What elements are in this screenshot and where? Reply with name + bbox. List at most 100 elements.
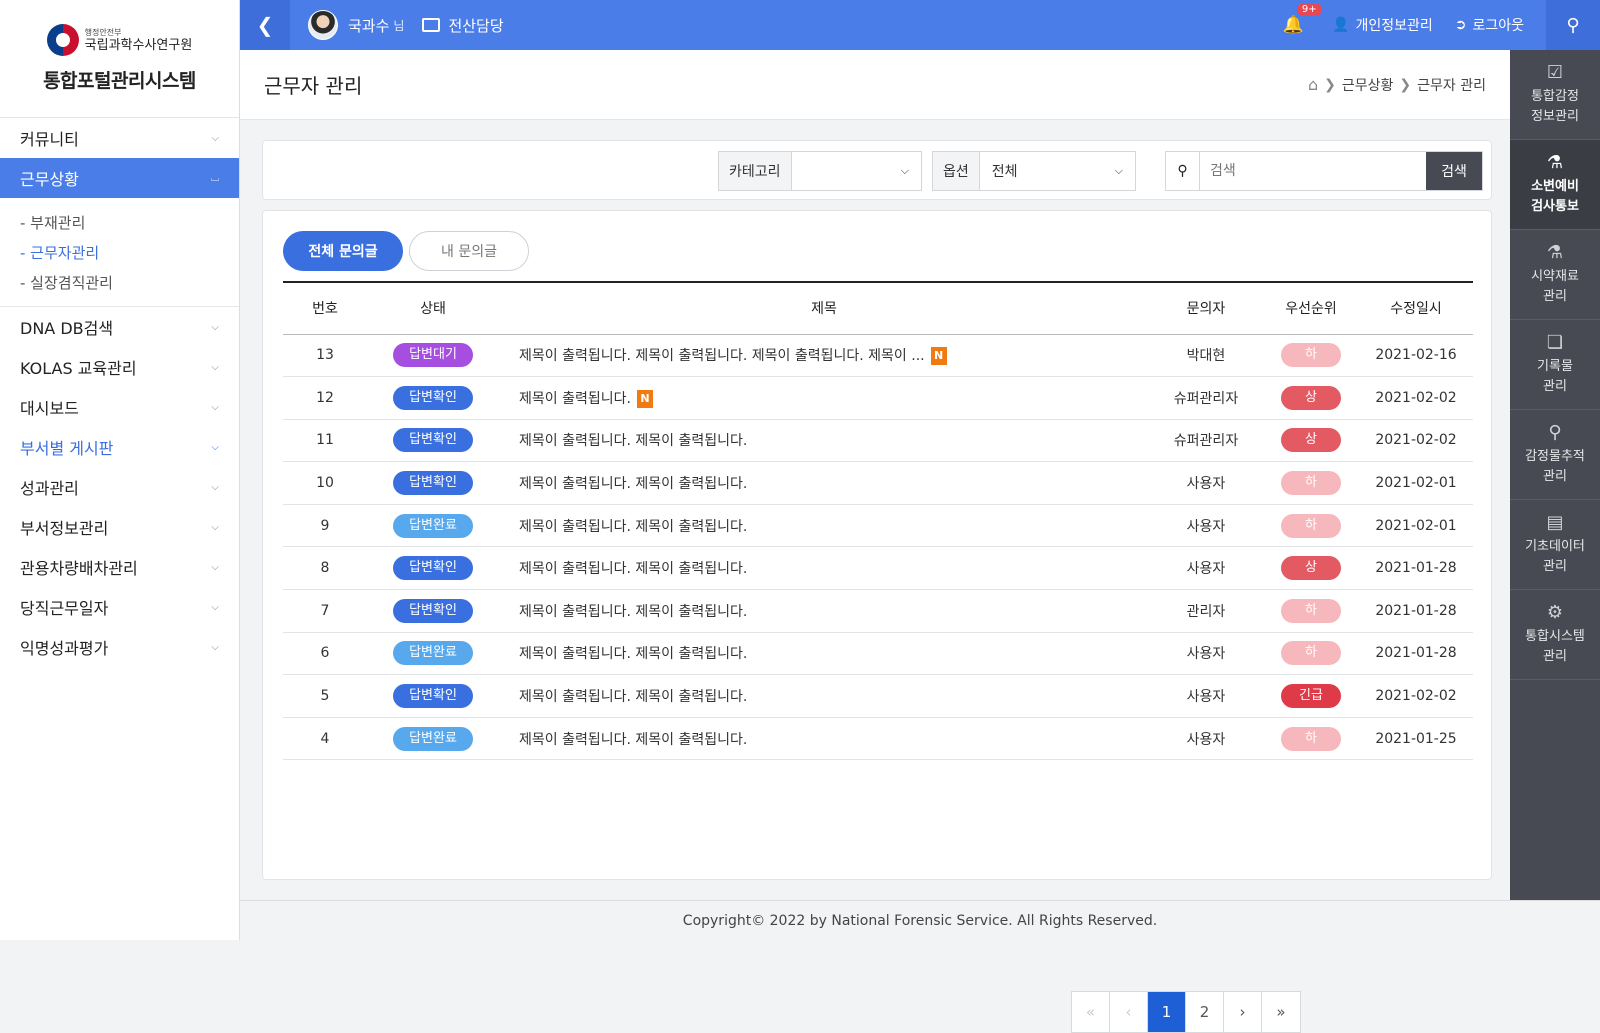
column-header-author[interactable]: 문의자 xyxy=(1149,281,1263,335)
pagination: « ‹ 1 2 › » xyxy=(1071,991,1301,1033)
table-row[interactable]: 9 답변완료 제목이 출력됩니다. 제목이 출력됩니다. 사용자 하 2021-02-01 xyxy=(283,504,1473,548)
page-button-2[interactable]: 2 xyxy=(1186,992,1224,1032)
title-link[interactable]: 제목이 출력됩니다. 제목이 출력됩니다. xyxy=(519,732,747,748)
cell-title: 제목이 출력됩니다. 제목이 출력됩니다. 제목이 출력됩니다. 제목이 ...… xyxy=(499,334,1149,378)
quick-label-line1: 소변예비 xyxy=(1531,178,1579,194)
column-header-date[interactable]: 수정일시 xyxy=(1359,281,1473,335)
submenu-item-absence[interactable]: - 부재관리 xyxy=(20,208,219,238)
quick-records[interactable]: ❏ 기록물 관리 xyxy=(1510,320,1600,410)
logout-link[interactable]: ➲ 로그아웃 xyxy=(1455,15,1524,35)
last-page-button[interactable]: » xyxy=(1262,992,1300,1032)
title-link[interactable]: 제목이 출력됩니다. 제목이 출력됩니다. xyxy=(519,433,747,449)
breadcrumb-item[interactable]: 근무상황 xyxy=(1342,75,1394,95)
table-row[interactable]: 11 답변확인 제목이 출력됩니다. 제목이 출력됩니다. 슈퍼관리자 상 2021-02… xyxy=(283,419,1473,463)
sidebar-item-anon-eval[interactable]: 익명성과평가 ⌵ xyxy=(0,627,239,667)
page-header: 근무자 관리 ⌂ ❯ 근무상황 ❯ 근무자 관리 xyxy=(240,50,1510,120)
search-bar: ⚲ 검색 xyxy=(1165,151,1483,191)
privacy-link[interactable]: 👤 개인정보관리 xyxy=(1332,15,1433,35)
tab-all-inquiries[interactable]: 전체 문의글 xyxy=(283,231,403,271)
title-link[interactable]: 제목이 출력됩니다. 제목이 출력됩니다. xyxy=(519,519,747,535)
cell-priority: 상 xyxy=(1263,419,1359,463)
title-link[interactable]: 제목이 출력됩니다. 제목이 출력됩니다. xyxy=(519,476,747,492)
priority-badge: 하 xyxy=(1281,726,1341,751)
column-header-no[interactable]: 번호 xyxy=(283,281,367,335)
title-link[interactable]: 제목이 출력됩니다. 제목이 출력됩니다. xyxy=(519,646,747,662)
cell-no: 11 xyxy=(283,419,367,463)
cell-author: 사용자 xyxy=(1149,461,1263,505)
cell-priority: 하 xyxy=(1263,461,1359,505)
table-row[interactable]: 10 답변확인 제목이 출력됩니다. 제목이 출력됩니다. 사용자 하 2021-02-0… xyxy=(283,461,1473,505)
sidebar-item-label: 익명성과평가 xyxy=(20,639,109,658)
next-page-button[interactable]: › xyxy=(1224,992,1262,1032)
tab-my-inquiries[interactable]: 내 문의글 xyxy=(409,231,529,271)
submenu-item-concurrent[interactable]: - 실장겸직관리 xyxy=(20,268,219,298)
title-link[interactable]: 제목이 출력됩니다. 제목이 출력됩니다. xyxy=(519,689,747,705)
title-link[interactable]: 제목이 출력됩니다. xyxy=(519,391,631,407)
quick-evidence-tracking[interactable]: ⚲ 감정물추적 관리 xyxy=(1510,410,1600,500)
table-row[interactable]: 7 답변확인 제목이 출력됩니다. 제목이 출력됩니다. 관리자 하 2021-01-28 xyxy=(283,589,1473,633)
column-header-title[interactable]: 제목 xyxy=(499,281,1149,335)
cell-status: 답변확인 xyxy=(367,419,499,463)
table-row[interactable]: 8 답변확인 제목이 출력됩니다. 제목이 출력됩니다. 사용자 상 2021-01-28 xyxy=(283,546,1473,591)
chevron-down-icon: ⌵ xyxy=(211,521,219,533)
sidebar-item-community[interactable]: 커뮤니티 ⌵ xyxy=(0,118,239,158)
cell-title: 제목이 출력됩니다. 제목이 출력됩니다. xyxy=(499,632,1149,676)
quick-urine-test[interactable]: ⚗ 소변예비 검사통보 xyxy=(1510,140,1600,230)
prev-page-button[interactable]: ‹ xyxy=(1110,992,1148,1032)
quick-reagent[interactable]: ⚗ 시약재료 관리 xyxy=(1510,230,1600,320)
sidebar-item-dashboard[interactable]: 대시보드 ⌵ xyxy=(0,387,239,427)
column-header-status[interactable]: 상태 xyxy=(367,281,499,335)
search-icon: ⚲ xyxy=(1166,152,1200,190)
sidebar-item-dna-db[interactable]: DNA DB검색 ⌵ xyxy=(0,307,239,347)
search-button[interactable]: 검색 xyxy=(1426,152,1482,190)
id-card-icon xyxy=(422,18,441,32)
quick-integrated-system[interactable]: ⚙ 통합시스템 관리 xyxy=(1510,590,1600,680)
global-search-button[interactable]: ⚲ xyxy=(1546,0,1600,50)
notifications-button[interactable]: 🔔 9+ xyxy=(1283,3,1322,35)
sidebar-item-work-status[interactable]: 근무상황 ⌴ xyxy=(0,158,239,198)
home-icon[interactable]: ⌂ xyxy=(1308,75,1318,94)
collapse-sidebar-button[interactable]: ❮ xyxy=(240,0,290,50)
cell-status: 답변완료 xyxy=(367,632,499,676)
submenu-item-worker[interactable]: - 근무자관리 xyxy=(20,238,219,268)
system-title: 통합포털관리시스템 xyxy=(43,70,196,92)
cell-priority: 상 xyxy=(1263,376,1359,420)
title-link[interactable]: 제목이 출력됩니다. 제목이 출력됩니다. 제목이 출력됩니다. 제목이 ... xyxy=(519,348,925,364)
cell-title: 제목이 출력됩니다. 제목이 출력됩니다. xyxy=(499,419,1149,463)
quick-base-data[interactable]: ▤ 기초데이터 관리 xyxy=(1510,500,1600,590)
cell-status: 답변대기 xyxy=(367,334,499,378)
sidebar-item-duty[interactable]: 당직근무일자 ⌵ xyxy=(0,587,239,627)
logo-ministry: 행정안전부 xyxy=(84,27,122,37)
sidebar-item-dept-info[interactable]: 부서정보관리 ⌵ xyxy=(0,507,239,547)
cell-date: 2021-01-28 xyxy=(1359,589,1473,633)
search-input[interactable] xyxy=(1200,152,1426,190)
column-header-priority[interactable]: 우선순위 xyxy=(1263,281,1359,335)
table-row[interactable]: 12 답변확인 제목이 출력됩니다. N 슈퍼관리자 상 2021-02-02 xyxy=(283,376,1473,420)
option-select[interactable]: 전체 ⌵ xyxy=(979,152,1135,190)
cell-author: 관리자 xyxy=(1149,589,1263,633)
cell-no: 9 xyxy=(283,504,367,548)
title-link[interactable]: 제목이 출력됩니다. 제목이 출력됩니다. xyxy=(519,604,747,620)
chevron-down-icon: ⌵ xyxy=(211,561,219,573)
cell-status: 답변확인 xyxy=(367,376,499,420)
gear-icon: ⚙ xyxy=(1546,601,1564,623)
cell-title: 제목이 출력됩니다. 제목이 출력됩니다. xyxy=(499,504,1149,548)
cell-priority: 긴급 xyxy=(1263,674,1359,718)
table-row[interactable]: 5 답변확인 제목이 출력됩니다. 제목이 출력됩니다. 사용자 긴급 2021-02-0… xyxy=(283,674,1473,718)
title-link[interactable]: 제목이 출력됩니다. 제목이 출력됩니다. xyxy=(519,561,747,577)
sidebar-item-kolas[interactable]: KOLAS 교육관리 ⌵ xyxy=(0,347,239,387)
logo-area[interactable]: 행정안전부 국립과학수사연구원 통합포털관리시스템 xyxy=(0,0,239,118)
page-button-1[interactable]: 1 xyxy=(1148,992,1186,1032)
chevron-down-icon: ⌵ xyxy=(211,441,219,453)
avatar[interactable] xyxy=(308,10,338,40)
first-page-button[interactable]: « xyxy=(1072,992,1110,1032)
sidebar-item-vehicle[interactable]: 관용차량배차관리 ⌵ xyxy=(0,547,239,587)
table-row[interactable]: 13 답변대기 제목이 출력됩니다. 제목이 출력됩니다. 제목이 출력됩니다. 제… xyxy=(283,334,1473,378)
category-select[interactable]: ⌵ xyxy=(791,152,921,190)
sidebar-item-performance[interactable]: 성과관리 ⌵ xyxy=(0,467,239,507)
quick-integrated-forensic[interactable]: ☑ 통합감정 정보관리 xyxy=(1510,50,1600,140)
table-row[interactable]: 4 답변완료 제목이 출력됩니다. 제목이 출력됩니다. 사용자 하 2021-01-25 xyxy=(283,717,1473,761)
table-row[interactable]: 6 답변완료 제목이 출력됩니다. 제목이 출력됩니다. 사용자 하 2021-01-28 xyxy=(283,632,1473,676)
sidebar-item-dept-board[interactable]: 부서별 게시판 ⌵ xyxy=(0,427,239,467)
breadcrumb-item-current: 근무자 관리 xyxy=(1417,77,1486,94)
